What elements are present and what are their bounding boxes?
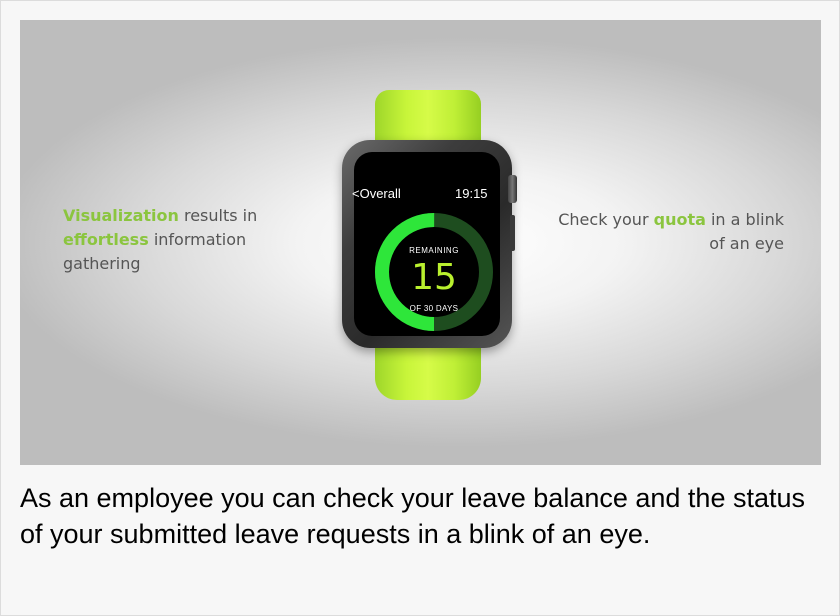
remaining-label: REMAINING bbox=[409, 246, 459, 255]
watch-time: 19:15 bbox=[455, 186, 488, 201]
slide-card: Visualization results in effortless info… bbox=[0, 0, 840, 616]
highlight-quota: quota bbox=[653, 210, 706, 229]
remaining-days-value: 15 bbox=[411, 257, 457, 298]
back-to-overall-link[interactable]: <Overall bbox=[352, 186, 401, 201]
highlight-visualization: Visualization bbox=[63, 206, 179, 225]
hero-image: Visualization results in effortless info… bbox=[20, 20, 821, 465]
slide-caption: As an employee you can check your leave … bbox=[20, 483, 805, 549]
digital-crown bbox=[508, 175, 517, 203]
left-tagline-text-1: results in bbox=[178, 206, 258, 225]
right-tagline: Check your quota in a blink of an eye bbox=[540, 208, 784, 256]
smartwatch: <Overall 19:15 REMAINING 15 OF 30 DAYS bbox=[338, 90, 518, 400]
total-days-label: OF 30 DAYS bbox=[409, 304, 459, 313]
right-tagline-text-1: Check your bbox=[558, 210, 654, 229]
right-tagline-text-2: in a blink of an eye bbox=[705, 210, 784, 253]
watch-side-button bbox=[510, 215, 515, 251]
highlight-effortless: effortless bbox=[63, 230, 149, 249]
left-tagline: Visualization results in effortless info… bbox=[63, 204, 323, 276]
